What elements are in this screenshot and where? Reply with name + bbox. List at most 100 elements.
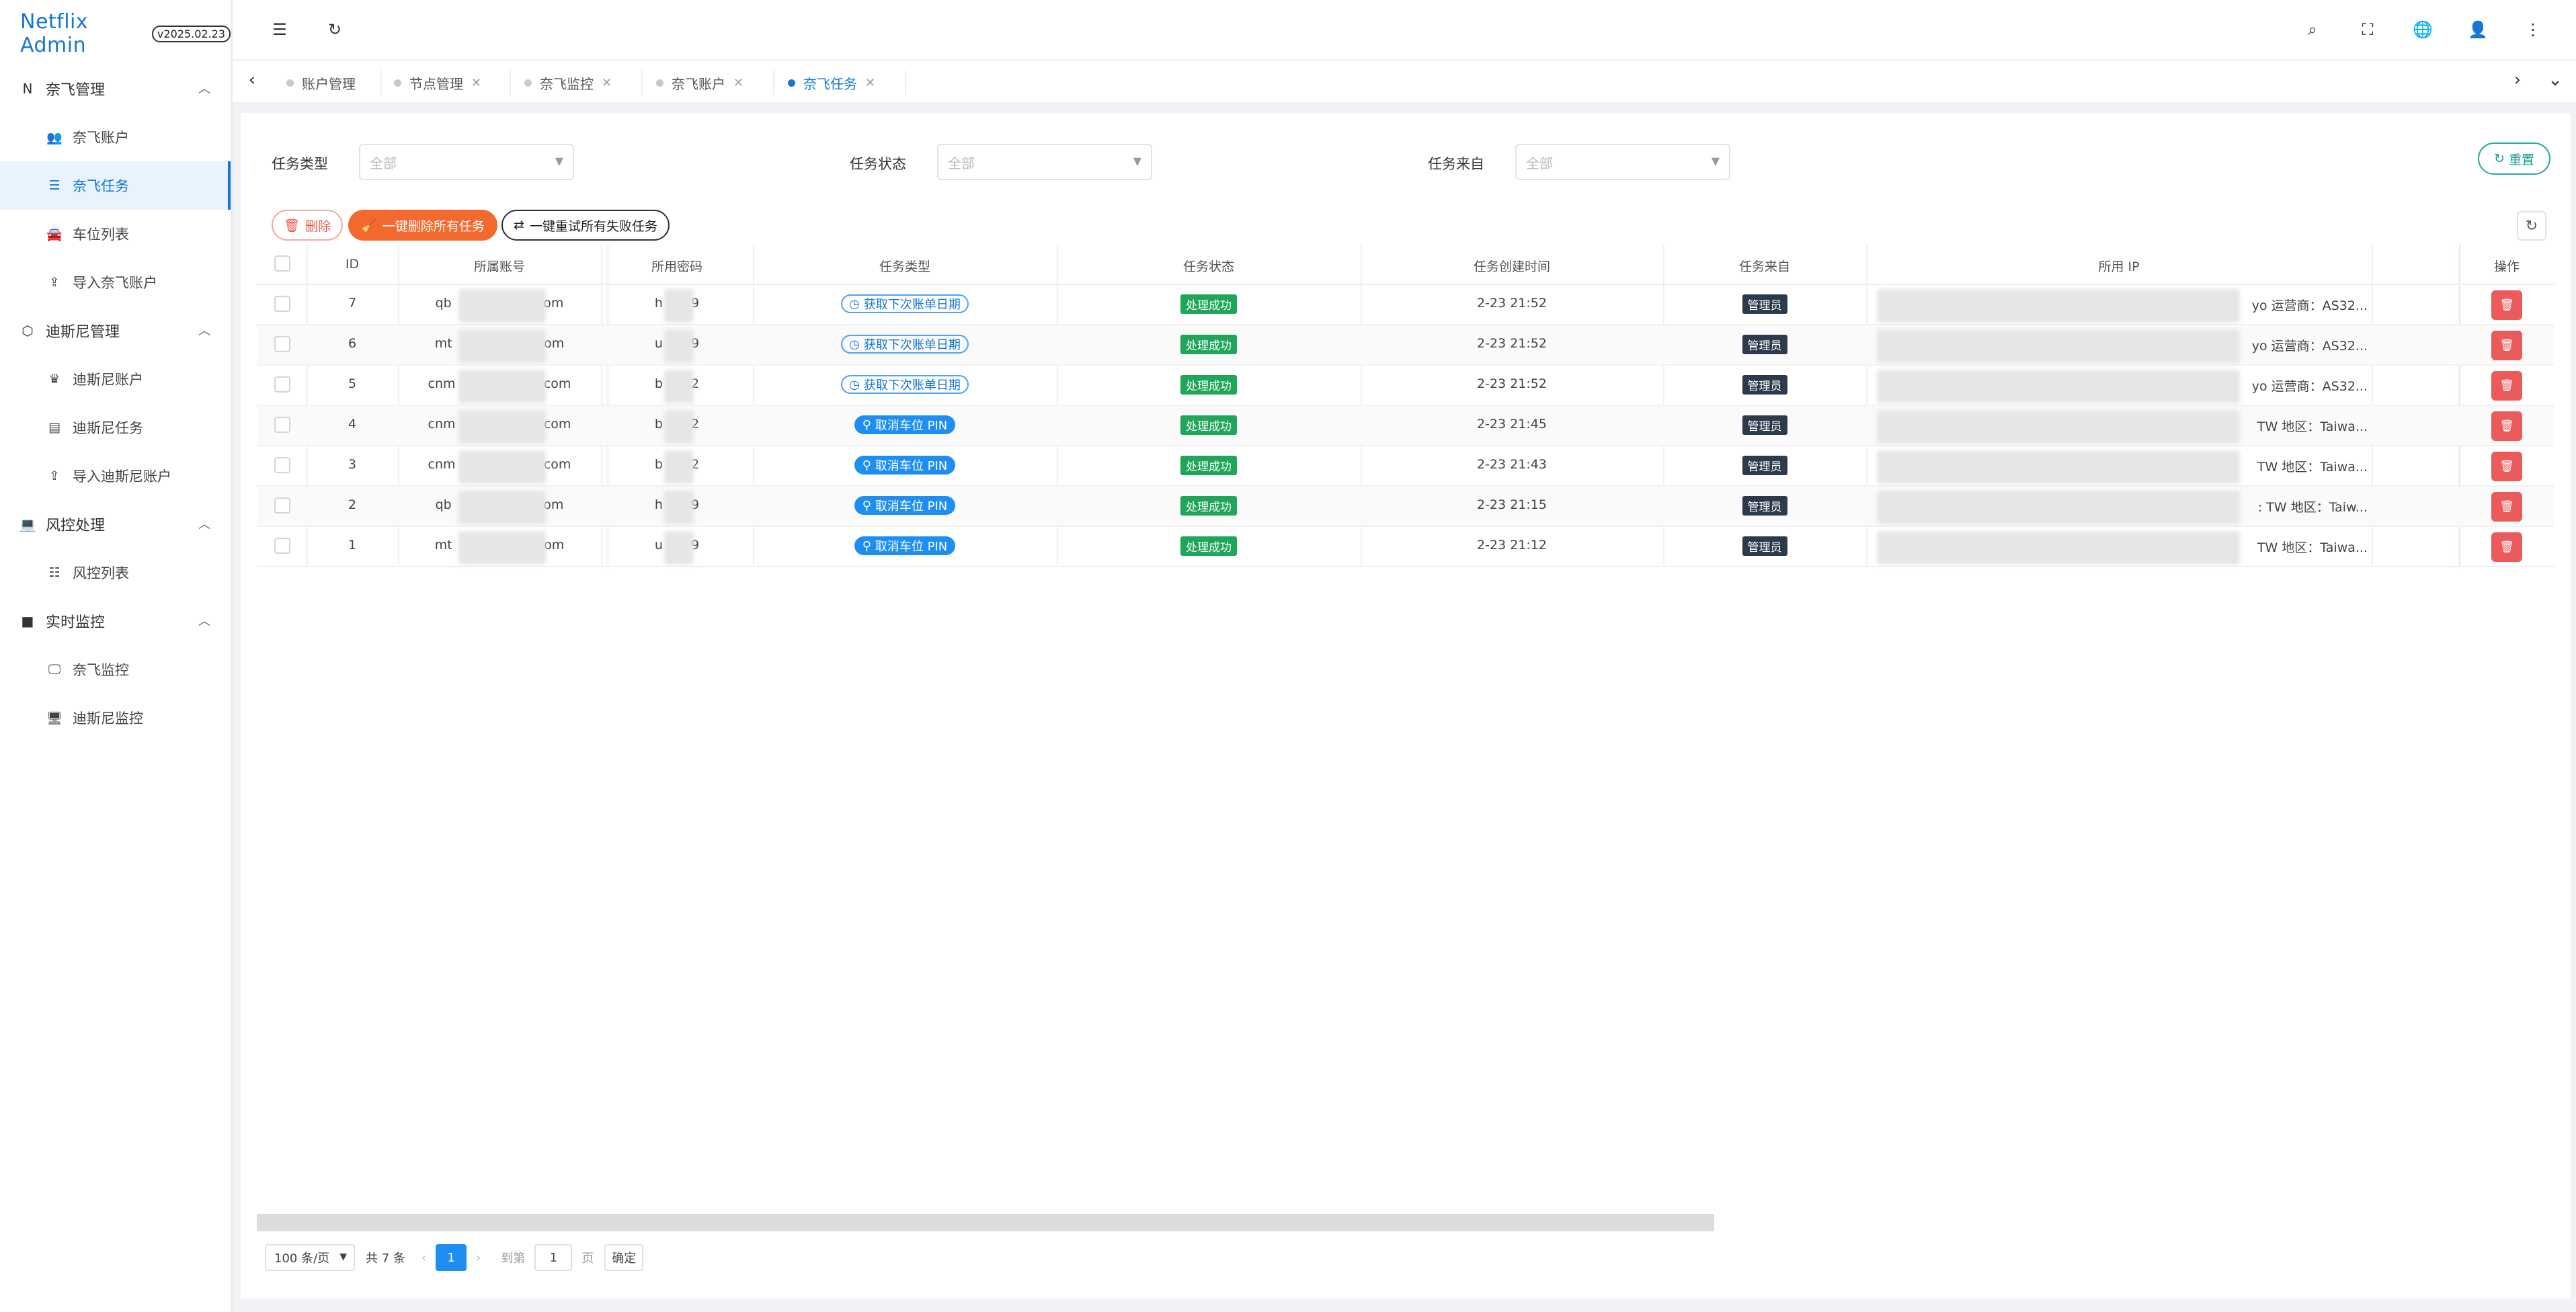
sidebar-item-disney-monitor[interactable]: 🖥 迪斯尼监控 bbox=[0, 694, 231, 742]
password-prefix: b bbox=[654, 417, 663, 432]
tab-dropdown-icon[interactable]: ⌄ bbox=[2545, 70, 2565, 90]
goto-confirm-button[interactable]: 确定 bbox=[604, 1244, 644, 1271]
chevron-up-icon: ︿ bbox=[198, 324, 210, 338]
row-checkbox[interactable] bbox=[274, 336, 290, 352]
page-number-current[interactable]: 1 bbox=[436, 1244, 467, 1271]
next-page-icon[interactable]: › bbox=[476, 1251, 481, 1265]
chevron-up-icon: ︿ bbox=[198, 82, 210, 96]
row-checkbox[interactable] bbox=[274, 457, 290, 473]
goto-label: 到第 bbox=[501, 1252, 526, 1266]
cell-ip: yo 运营商：AS32... bbox=[2251, 339, 2368, 354]
filter-label-task-source: 任务来自 bbox=[1428, 156, 1484, 172]
status-badge: 处理成功 bbox=[1180, 294, 1237, 314]
close-icon[interactable]: ✕ bbox=[602, 76, 612, 90]
brand: Netflix Admin v2025.02.23 bbox=[20, 10, 231, 57]
goto-page-input[interactable]: 1 bbox=[534, 1244, 573, 1271]
row-checkbox[interactable] bbox=[274, 497, 290, 514]
sidebar-item-label: 迪斯尼监控 bbox=[73, 710, 143, 727]
cell-task-source: 管理员 bbox=[1663, 294, 1866, 314]
more-vertical-icon[interactable]: ⋮ bbox=[2520, 16, 2546, 43]
password-prefix: h bbox=[654, 296, 663, 311]
globe-icon[interactable]: 🌐 bbox=[2409, 16, 2436, 43]
menu-group-disney[interactable]: ⬡ 迪斯尼管理 ︿ bbox=[0, 306, 231, 355]
close-icon[interactable]: ✕ bbox=[865, 76, 875, 90]
delete-all-button[interactable]: 🧹 一键删除所有任务 bbox=[348, 210, 497, 241]
prev-page-icon[interactable]: ‹ bbox=[421, 1251, 426, 1265]
sidebar-item-risk-list[interactable]: ☷ 风控列表 bbox=[0, 548, 231, 597]
cell-created-time: 2-23 21:52 bbox=[1477, 376, 1547, 391]
cell-id: 3 bbox=[348, 457, 357, 472]
search-icon[interactable]: ⌕ bbox=[2299, 16, 2326, 43]
sidebar-item-import-disney[interactable]: ⇪ 导入迪斯尼账户 bbox=[0, 452, 231, 500]
retry-failed-button[interactable]: ⇄ 一键重试所有失败任务 bbox=[501, 210, 670, 241]
row-delete-button[interactable]: 🗑 bbox=[2491, 411, 2522, 441]
sidebar-item-disney-tasks[interactable]: ▤ 迪斯尼任务 bbox=[0, 403, 231, 452]
cell-ip: yo 运营商：AS32... bbox=[2251, 379, 2368, 394]
row-delete-button[interactable]: 🗑 bbox=[2491, 532, 2522, 562]
sidebar-item-netflix-tasks[interactable]: ☰ 奈飞任务 bbox=[0, 161, 231, 210]
row-checkbox[interactable] bbox=[274, 538, 290, 554]
close-icon[interactable]: ✕ bbox=[471, 76, 481, 90]
row-checkbox[interactable] bbox=[274, 417, 290, 433]
sidebar-item-netflix-accounts[interactable]: 👥 奈飞账户 bbox=[0, 113, 231, 161]
menu-toggle-icon[interactable]: ☰ bbox=[266, 16, 293, 43]
reset-icon: ↻ bbox=[2494, 151, 2505, 166]
account-prefix: mt bbox=[434, 538, 452, 552]
fullscreen-icon[interactable]: ⛶ bbox=[2354, 16, 2381, 43]
row-delete-button[interactable]: 🗑 bbox=[2491, 290, 2522, 320]
row-delete-button[interactable]: 🗑 bbox=[2491, 452, 2522, 481]
table-row: 5 cnm i.com b 2 ◷ 获取下次账单日期 处理成功 2-23 21:52 管理员 yo … bbox=[257, 366, 2554, 406]
sidebar-item-label: 迪斯尼账户 bbox=[73, 372, 143, 388]
menu-group-monitor[interactable]: ■ 实时监控 ︿ bbox=[0, 597, 231, 645]
cell-task-source: 管理员 bbox=[1663, 375, 1866, 395]
reset-button[interactable]: ↻ 重置 bbox=[2478, 142, 2550, 175]
sidebar-item-slot-list[interactable]: 🚘 车位列表 bbox=[0, 210, 231, 258]
tab-scroll-left-icon[interactable]: ‹ bbox=[242, 70, 262, 90]
row-delete-button[interactable]: 🗑 bbox=[2491, 492, 2522, 522]
sidebar-item-netflix-monitor[interactable]: 🖵 奈飞监控 bbox=[0, 645, 231, 694]
tab-netflix-accounts[interactable]: 奈飞账户 ✕ bbox=[656, 70, 743, 95]
delete-all-label: 一键删除所有任务 bbox=[382, 218, 485, 234]
status-badge: 处理成功 bbox=[1180, 496, 1237, 516]
delete-button[interactable]: 🗑 删除 bbox=[272, 210, 343, 241]
sidebar-item-disney-accounts[interactable]: ♛ 迪斯尼账户 bbox=[0, 355, 231, 403]
user-icon[interactable]: 👤 bbox=[2464, 16, 2491, 43]
cell-task-status: 处理成功 bbox=[1057, 536, 1361, 556]
sidebar-item-import-netflix[interactable]: ⇪ 导入奈飞账户 bbox=[0, 258, 231, 306]
task-source-select[interactable]: 全部 ▼ bbox=[1515, 144, 1730, 180]
row-checkbox[interactable] bbox=[274, 376, 290, 393]
reload-icon[interactable]: ↻ bbox=[321, 16, 348, 43]
chevron-up-icon: ︿ bbox=[198, 518, 210, 532]
tab-node-management[interactable]: 节点管理 ✕ bbox=[394, 70, 481, 95]
row-checkbox[interactable] bbox=[274, 296, 290, 312]
source-badge: 管理员 bbox=[1742, 496, 1787, 516]
select-all-checkbox[interactable] bbox=[274, 255, 290, 272]
row-delete-button[interactable]: 🗑 bbox=[2491, 331, 2522, 360]
tab-netflix-tasks[interactable]: 奈飞任务 ✕ bbox=[788, 70, 875, 95]
horizontal-scrollbar[interactable] bbox=[257, 1214, 1714, 1231]
menu-group-netflix[interactable]: N 奈飞管理 ︿ bbox=[0, 65, 231, 113]
tab-netflix-monitor[interactable]: 奈飞监控 ✕ bbox=[524, 70, 612, 95]
crown-icon: ♛ bbox=[48, 372, 61, 386]
status-badge: 处理成功 bbox=[1180, 415, 1237, 435]
task-type-select[interactable]: 全部 ▼ bbox=[359, 144, 574, 180]
menu-group-label: 迪斯尼管理 bbox=[46, 324, 120, 341]
cell-created-time: 2-23 21:52 bbox=[1477, 296, 1547, 311]
pin-icon: ⚲ bbox=[862, 458, 871, 473]
tab-account-management[interactable]: 账户管理 bbox=[286, 70, 356, 95]
monitor-icon: 🖵 bbox=[48, 662, 61, 677]
tab-scroll-right-icon[interactable]: › bbox=[2507, 70, 2528, 90]
source-badge: 管理员 bbox=[1742, 415, 1787, 435]
close-icon[interactable]: ✕ bbox=[733, 76, 743, 90]
menu-group-risk[interactable]: 💻 风控处理 ︿ bbox=[0, 500, 231, 548]
main-content: 任务类型 全部 ▼ 任务状态 全部 ▼ 任务来自 全部 ▼ ↻ 重置 🗑 删除 … bbox=[233, 104, 2576, 1312]
col-header-password: 所用密码 bbox=[651, 259, 702, 274]
row-delete-button[interactable]: 🗑 bbox=[2491, 371, 2522, 401]
task-status-select[interactable]: 全部 ▼ bbox=[937, 144, 1152, 180]
trash-icon: 🗑 bbox=[283, 218, 300, 233]
cell-task-type: ⚲ 取消车位 PIN bbox=[753, 496, 1057, 515]
table-refresh-button[interactable]: ↻ bbox=[2517, 211, 2546, 241]
page-size-select[interactable]: 100 条/页 ▼ bbox=[265, 1244, 355, 1271]
cell-id: 5 bbox=[348, 376, 357, 391]
monitor-icon: 🖥 bbox=[46, 710, 63, 726]
